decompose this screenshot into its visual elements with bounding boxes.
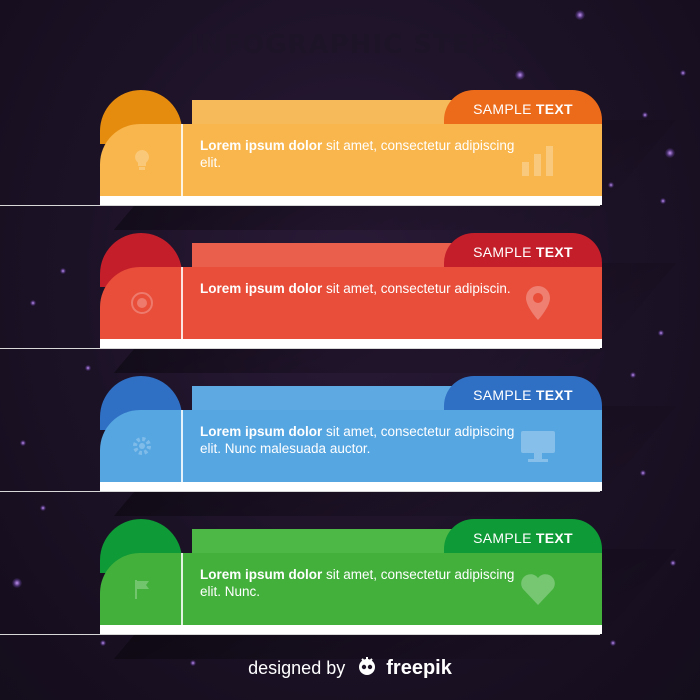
sample-prefix: SAMPLE	[473, 530, 536, 546]
sample-prefix: SAMPLE	[473, 387, 536, 403]
sparkle-decoration	[85, 365, 91, 371]
sample-bold: TEXT	[535, 244, 573, 260]
sparkle-decoration	[610, 640, 616, 646]
sparkle-decoration	[630, 372, 636, 378]
step-bottom-strip	[100, 482, 602, 491]
step-card: SAMPLE TEXT Lorem ipsum dolor sit amet, …	[0, 376, 677, 516]
step-card: SAMPLE TEXT Lorem ipsum dolor sit amet, …	[0, 519, 677, 659]
lightbulb-icon	[130, 148, 154, 172]
step-text-bold: Lorem ipsum dolor	[200, 567, 323, 582]
step-text-bold: Lorem ipsum dolor	[200, 424, 323, 439]
step-divider	[181, 553, 183, 625]
step-text-bold: Lorem ipsum dolor	[200, 281, 323, 296]
heart-icon	[518, 569, 558, 609]
sparkle-decoration	[60, 268, 66, 274]
infographic-title: INFOGRAPHIC STEPS	[189, 30, 511, 60]
sparkle-decoration	[12, 578, 22, 588]
sparkle-decoration	[575, 10, 585, 20]
gear-icon	[130, 434, 154, 458]
step-sample-label: SAMPLE TEXT	[444, 519, 602, 555]
step-bottom-strip	[100, 339, 602, 348]
step-text: Lorem ipsum dolor sit amet, consectetur …	[200, 423, 530, 457]
target-icon	[130, 291, 154, 315]
sparkle-decoration	[640, 470, 646, 476]
sparkle-decoration	[665, 148, 675, 158]
footer-prefix: designed by	[248, 658, 346, 678]
step-sample-label: SAMPLE TEXT	[444, 90, 602, 126]
step-text: Lorem ipsum dolor sit amet, consectetur …	[200, 137, 530, 171]
chart-icon	[518, 140, 558, 180]
freepik-logo-icon	[356, 655, 378, 682]
sample-bold: TEXT	[535, 530, 573, 546]
sample-prefix: SAMPLE	[473, 101, 536, 117]
sample-prefix: SAMPLE	[473, 244, 536, 260]
monitor-icon	[518, 426, 558, 466]
sparkle-decoration	[660, 198, 666, 204]
step-baseline	[0, 491, 600, 492]
sparkle-decoration	[40, 505, 46, 511]
sparkle-decoration	[680, 70, 686, 76]
step-baseline	[0, 205, 600, 206]
step-text-rest: sit amet, consectetur adipiscin.	[322, 281, 511, 296]
step-text: Lorem ipsum dolor sit amet, consectetur …	[200, 280, 530, 297]
step-sample-label: SAMPLE TEXT	[444, 376, 602, 412]
step-bottom-strip	[100, 625, 602, 634]
footer-brand: freepik	[386, 657, 452, 679]
flag-icon	[130, 577, 154, 601]
sample-bold: TEXT	[535, 387, 573, 403]
step-divider	[181, 124, 183, 196]
step-card: SAMPLE TEXT Lorem ipsum dolor sit amet, …	[0, 233, 677, 373]
step-text-bold: Lorem ipsum dolor	[200, 138, 323, 153]
step-baseline	[0, 634, 600, 635]
sparkle-decoration	[100, 640, 106, 646]
step-divider	[181, 410, 183, 482]
sparkle-decoration	[515, 70, 525, 80]
step-baseline	[0, 348, 600, 349]
footer-credit: designed by freepik	[0, 655, 700, 682]
sparkle-decoration	[670, 560, 676, 566]
step-divider	[181, 267, 183, 339]
step-sample-label: SAMPLE TEXT	[444, 233, 602, 269]
sparkle-decoration	[642, 112, 648, 118]
sample-bold: TEXT	[535, 101, 573, 117]
sparkle-decoration	[30, 300, 36, 306]
step-card: SAMPLE TEXT Lorem ipsum dolor sit amet, …	[0, 90, 677, 230]
step-bottom-strip	[100, 196, 602, 205]
step-text: Lorem ipsum dolor sit amet, consectetur …	[200, 566, 530, 600]
sparkle-decoration	[20, 440, 26, 446]
location-pin-icon	[518, 283, 558, 323]
sparkle-decoration	[658, 330, 664, 336]
